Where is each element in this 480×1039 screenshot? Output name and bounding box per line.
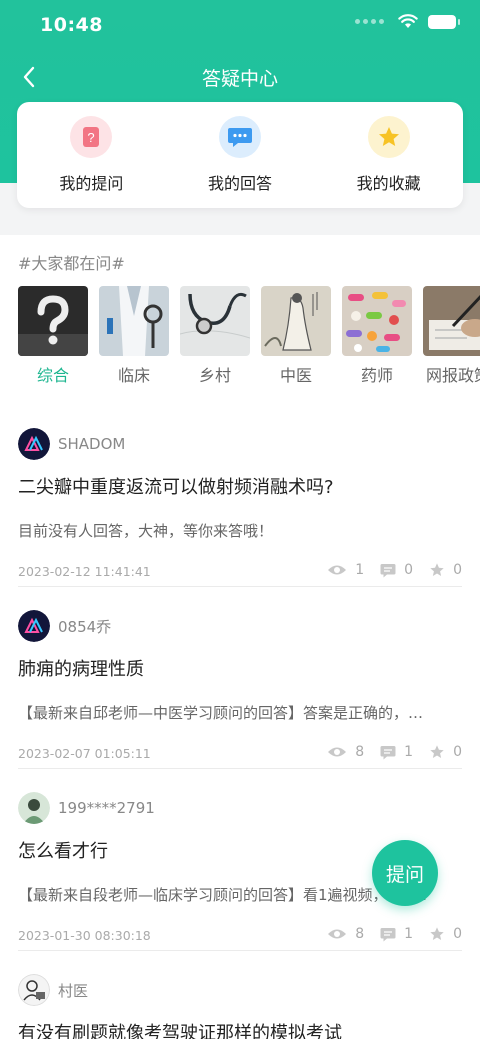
comments-stat[interactable]: 1 <box>380 926 413 942</box>
category-label: 中医 <box>279 366 312 385</box>
comment-icon <box>380 563 396 577</box>
quick-actions-card: ? 我的提问 我的回答 我的收藏 <box>17 102 463 208</box>
category-registration-policy[interactable]: 网报政策 <box>423 286 480 386</box>
section-title: #大家都在问# <box>18 254 125 273</box>
favorites-stat[interactable]: 0 <box>429 926 462 942</box>
avatar <box>18 610 50 642</box>
category-label: 药师 <box>360 366 393 385</box>
views-stat: 8 <box>327 926 364 942</box>
category-rural[interactable]: 乡村 <box>180 286 250 386</box>
ask-question-button[interactable]: 提问 <box>372 840 438 906</box>
question-item[interactable]: SHADOM 二尖瓣中重度返流可以做射频消融术吗? 目前没有人回答，大神，等你来… <box>18 428 462 582</box>
category-label: 临床 <box>117 366 150 385</box>
wifi-icon <box>398 14 418 28</box>
signal-icon <box>355 19 384 24</box>
star-icon <box>430 563 444 576</box>
chinese-painting-image <box>261 286 331 356</box>
divider <box>18 768 462 769</box>
my-answers-button[interactable]: 我的回答 <box>175 116 305 194</box>
svg-text:?: ? <box>88 130 95 145</box>
category-label: 乡村 <box>198 366 231 385</box>
my-questions-label: 我的提问 <box>59 174 124 193</box>
category-pharmacist[interactable]: 药师 <box>342 286 412 386</box>
status-bar: 10:48 <box>0 0 480 50</box>
username: 0854乔 <box>58 617 112 636</box>
views-stat: 8 <box>327 744 364 760</box>
divider <box>18 586 462 587</box>
question-title: 有没有刷题就像考驾驶证那样的模拟考试 <box>18 1023 342 1039</box>
post-date: 2023-02-07 01:05:11 <box>18 746 151 761</box>
category-label: 综合 <box>36 366 69 385</box>
avatar <box>18 792 50 824</box>
post-date: 2023-02-12 11:41:41 <box>18 564 151 579</box>
stethoscope-image <box>180 286 250 356</box>
question-doc-icon: ? <box>70 116 113 158</box>
username: 199****2791 <box>58 799 155 817</box>
nav-bar: 答疑中心 <box>0 52 480 102</box>
question-item[interactable]: 0854乔 肺痈的病理性质 【最新来自邱老师—中医学习顾问的回答】答案是正确的，… <box>18 610 462 764</box>
pills-image <box>342 286 412 356</box>
question-mark-image <box>18 286 88 356</box>
chat-bubble-icon <box>218 116 261 158</box>
category-general[interactable]: 综合 <box>18 286 88 386</box>
writing-image <box>423 286 480 356</box>
comment-icon <box>380 927 396 941</box>
post-date: 2023-01-30 08:30:18 <box>18 928 151 943</box>
views-stat: 1 <box>327 562 364 578</box>
eye-icon <box>328 565 347 575</box>
answer-excerpt: 【最新来自邱老师—中医学习顾问的回答】答案是正确的，… <box>18 704 424 722</box>
question-title: 二尖瓣中重度返流可以做射频消融术吗? <box>18 477 334 498</box>
comments-stat[interactable]: 1 <box>380 744 413 760</box>
category-clinical[interactable]: 临床 <box>99 286 169 386</box>
avatar <box>18 974 50 1006</box>
my-questions-button[interactable]: ? 我的提问 <box>26 116 156 194</box>
divider <box>18 950 462 951</box>
category-label: 网报政策 <box>425 366 480 385</box>
favorites-stat[interactable]: 0 <box>429 744 462 760</box>
my-favorites-button[interactable]: 我的收藏 <box>324 116 454 194</box>
question-title: 肺痈的病理性质 <box>18 659 144 680</box>
page-title: 答疑中心 <box>201 68 278 90</box>
eye-icon <box>328 747 347 757</box>
star-icon <box>430 745 444 758</box>
answer-excerpt: 目前没有人回答，大神，等你来答哦！ <box>18 522 274 540</box>
username: SHADOM <box>58 435 126 453</box>
status-time: 10:48 <box>40 14 103 36</box>
avatar <box>18 428 50 460</box>
category-scroller[interactable]: 综合 临床 乡村 中医 药师 网报政 <box>18 286 480 386</box>
my-answers-label: 我的回答 <box>207 174 272 193</box>
username: 村医 <box>58 981 89 1000</box>
star-icon <box>367 116 410 158</box>
battery-icon <box>428 14 460 29</box>
comments-stat[interactable]: 0 <box>380 562 413 578</box>
favorites-stat[interactable]: 0 <box>429 562 462 578</box>
question-item[interactable]: 村医 有没有刷题就像考驾驶证那样的模拟考试 <box>18 974 462 1039</box>
doctor-image <box>99 286 169 356</box>
my-favorites-label: 我的收藏 <box>356 174 421 193</box>
eye-icon <box>328 929 347 939</box>
category-tcm[interactable]: 中医 <box>261 286 331 386</box>
star-icon <box>430 927 444 940</box>
comment-icon <box>380 745 396 759</box>
